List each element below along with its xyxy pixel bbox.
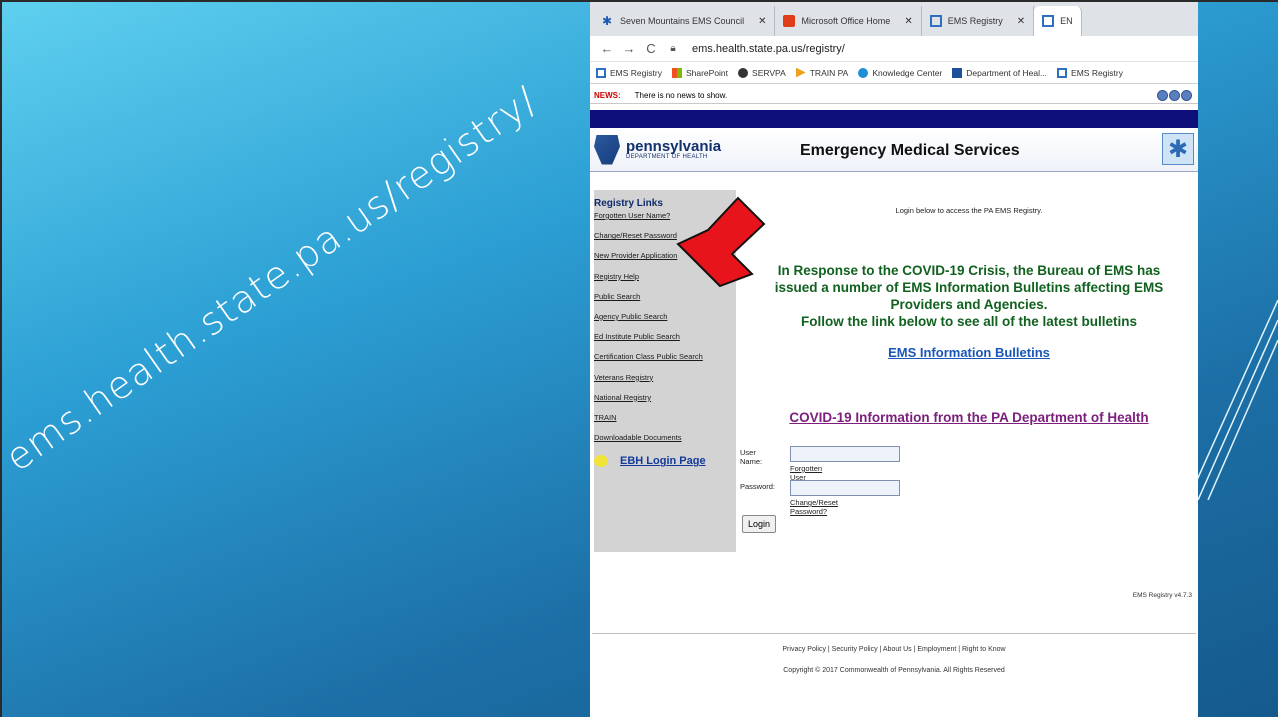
decorative-lines: [1188, 300, 1278, 500]
sidebar-link-cert-class-search[interactable]: Certification Class Public Search: [594, 352, 736, 372]
sidebar-link-agency-search[interactable]: Agency Public Search: [594, 312, 736, 332]
username-input[interactable]: [790, 446, 900, 462]
browser-tab-bar: ✱ Seven Mountains EMS Council ✕ Microsoft…: [590, 2, 1198, 36]
bookmark-sharepoint[interactable]: SharePoint: [671, 67, 728, 78]
arrow-bullet-icon: [594, 455, 608, 468]
browser-screenshot: ✱ Seven Mountains EMS Council ✕ Microsoft…: [590, 2, 1198, 717]
ebh-login: EBH Login Page: [594, 455, 736, 468]
header-blue-bar: [590, 110, 1198, 128]
registry-icon: [1057, 67, 1068, 78]
sidebar-link-veterans-registry[interactable]: Veterans Registry: [594, 373, 736, 393]
covid-notice: In Response to the COVID-19 Crisis, the …: [774, 263, 1164, 329]
bookmarks-bar: EMS Registry SharePoint SERVPA TRAIN PA …: [590, 62, 1198, 84]
ems-bulletins-link[interactable]: EMS Information Bulletins: [740, 345, 1198, 360]
tab-active[interactable]: EN: [1034, 6, 1082, 36]
reset-password-link[interactable]: Change/Reset Password?: [790, 498, 838, 516]
sharepoint-icon: [671, 67, 682, 78]
registry-icon: [929, 15, 942, 27]
close-tab-icon[interactable]: ✕: [904, 16, 912, 27]
bookmark-ems-registry[interactable]: EMS Registry: [596, 67, 662, 78]
news-text: There is no news to show.: [634, 91, 728, 100]
ebh-login-link[interactable]: EBH Login Page: [620, 455, 706, 467]
footer-divider: [592, 633, 1196, 634]
sidebar-link-ed-institute-search[interactable]: Ed Institute Public Search: [594, 332, 736, 352]
tab-seven-mountains[interactable]: ✱ Seven Mountains EMS Council ✕: [594, 6, 776, 36]
news-controls: [1157, 90, 1192, 101]
copyright: Copyright © 2017 Commonwealth of Pennsyl…: [783, 667, 1005, 674]
red-arrow-icon: [676, 196, 766, 288]
version-label: EMS Registry v4.7.3: [1132, 592, 1192, 599]
news-next-icon[interactable]: [1181, 90, 1192, 101]
globe-icon: [738, 67, 749, 78]
reload-icon[interactable]: C: [640, 41, 662, 56]
star-of-life-icon: ✱: [1162, 133, 1194, 165]
sidebar-link-downloadable-docs[interactable]: Downloadable Documents: [594, 433, 736, 453]
bookmark-knowledge-center[interactable]: Knowledge Center: [858, 67, 942, 78]
password-label: Password:: [740, 482, 776, 491]
news-prev-icon[interactable]: [1157, 90, 1168, 101]
page-title: Emergency Medical Services: [800, 142, 1020, 159]
bookmark-servpa[interactable]: SERVPA: [738, 67, 786, 78]
login-button[interactable]: Login: [742, 515, 777, 533]
sidebar-link-national-registry[interactable]: National Registry: [594, 393, 736, 413]
star-of-life-icon: ✱: [602, 14, 613, 28]
registry-icon: [1042, 15, 1055, 27]
sidebar-link-train[interactable]: TRAIN: [594, 413, 736, 433]
slide-left-border: [0, 0, 2, 717]
lock-icon: 🔒︎: [670, 43, 676, 54]
knowledge-icon: [858, 67, 869, 78]
forward-icon[interactable]: →: [618, 41, 640, 56]
office-icon: [783, 15, 796, 27]
footer-links[interactable]: Privacy Policy | Security Policy | About…: [590, 646, 1198, 653]
bookmark-ems-registry-2[interactable]: EMS Registry: [1057, 67, 1123, 78]
train-icon: [795, 67, 806, 78]
tab-office-home[interactable]: Microsoft Office Home ✕: [775, 6, 922, 36]
keystone-icon: [952, 67, 963, 78]
close-tab-icon[interactable]: ✕: [1017, 16, 1025, 27]
username-label: User Name:: [740, 448, 763, 466]
slide-caption-url: ems.health.state.pa.us/registry/: [0, 77, 546, 481]
close-tab-icon[interactable]: ✕: [758, 16, 766, 27]
covid-doh-link[interactable]: COVID-19 Information from the PA Departm…: [740, 410, 1198, 425]
news-pause-icon[interactable]: [1169, 90, 1180, 101]
sidebar-link-public-search[interactable]: Public Search: [594, 292, 736, 312]
registry-icon: [596, 67, 606, 78]
address-bar: ← → C 🔒︎ ems.health.state.pa.us/registry…: [590, 36, 1198, 62]
login-intro-text: Login below to access the PA EMS Registr…: [895, 206, 1043, 215]
back-icon[interactable]: ←: [596, 41, 618, 56]
tab-ems-registry[interactable]: EMS Registry ✕: [922, 6, 1035, 36]
bookmark-train-pa[interactable]: TRAIN PA: [795, 67, 848, 78]
news-label: NEWS:: [594, 91, 621, 100]
url-input[interactable]: ems.health.state.pa.us/registry/: [692, 43, 845, 55]
password-input[interactable]: [790, 480, 900, 496]
pa-logo[interactable]: pennsylvania DEPARTMENT OF HEALTH: [594, 134, 721, 165]
keystone-icon: [594, 134, 620, 165]
site-banner: pennsylvania DEPARTMENT OF HEALTH Emerge…: [590, 128, 1198, 172]
news-bar: NEWS: There is no news to show.: [590, 88, 1198, 104]
bookmark-department-of-health[interactable]: Department of Heal...: [952, 67, 1047, 78]
